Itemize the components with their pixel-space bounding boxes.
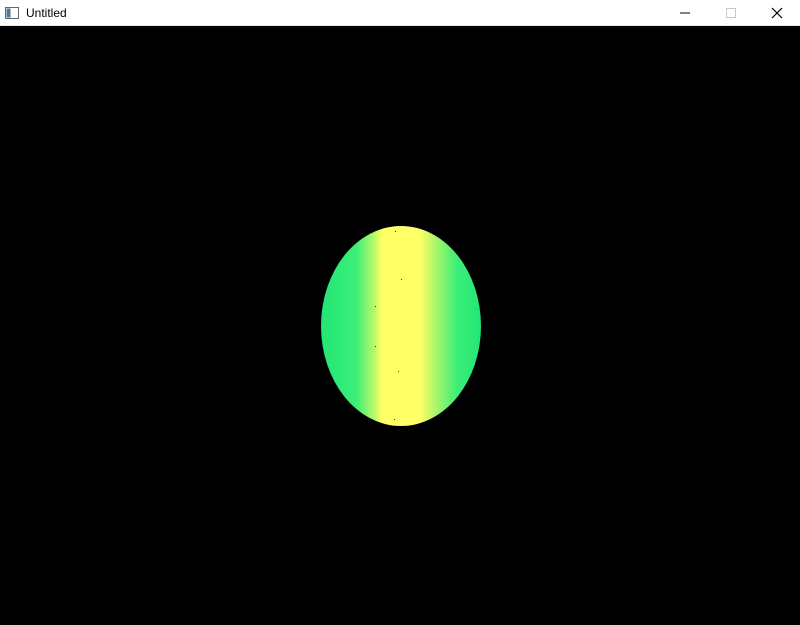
minimize-icon <box>680 12 690 14</box>
app-window: Untitled <box>0 0 800 625</box>
window-controls <box>662 0 800 26</box>
scene-canvas <box>321 226 481 426</box>
render-viewport[interactable] <box>0 26 800 625</box>
close-button[interactable] <box>754 0 800 26</box>
title-bar[interactable]: Untitled <box>0 0 800 26</box>
app-window-icon <box>4 5 20 21</box>
maximize-icon <box>726 8 736 18</box>
shaded-sphere <box>321 226 481 426</box>
close-icon <box>771 7 783 19</box>
minimize-button[interactable] <box>662 0 708 26</box>
window-title: Untitled <box>26 5 67 20</box>
maximize-button[interactable] <box>708 0 754 26</box>
